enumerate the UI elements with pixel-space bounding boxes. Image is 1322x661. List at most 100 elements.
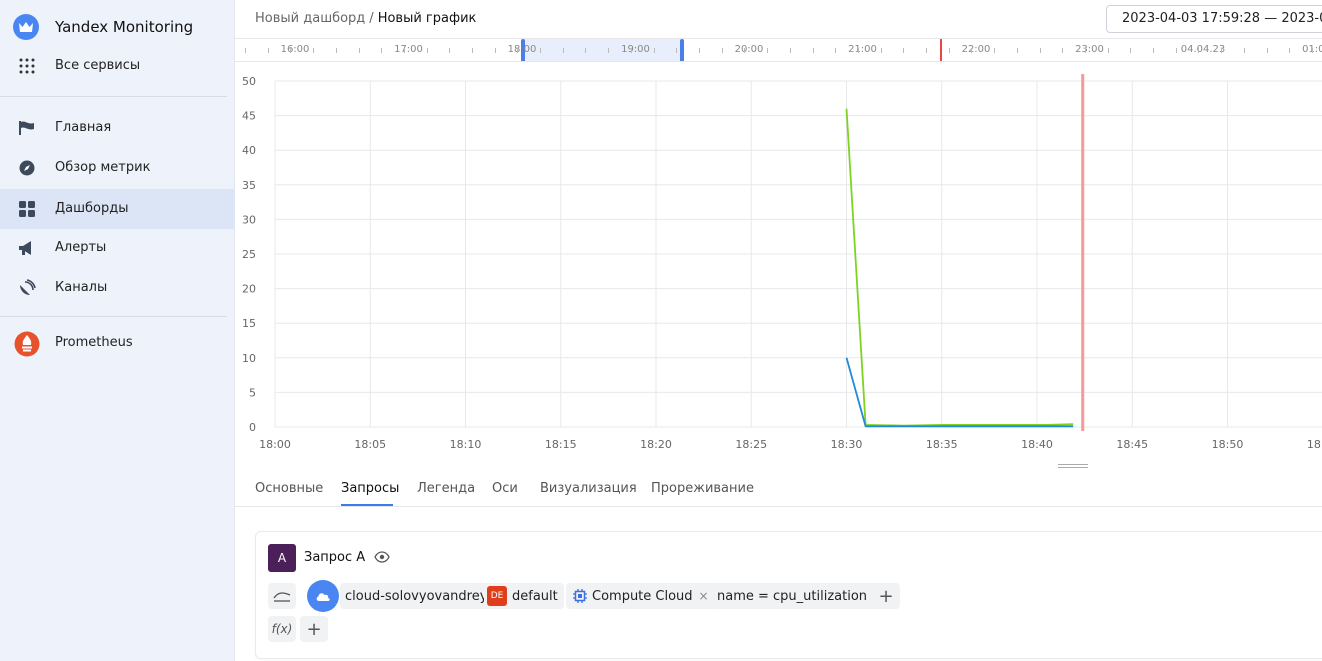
timeline[interactable]: 16:00 17:00 18:00 19:00 20:00 21:00 22:00 23:00… [235, 38, 1322, 62]
sidebar-item-alerts[interactable]: Алерты [0, 228, 235, 268]
y-tick-label: 30 [242, 213, 256, 226]
eye-icon[interactable] [374, 551, 390, 567]
timeline-now-marker [940, 39, 942, 61]
timeline-handle-end[interactable] [680, 39, 684, 61]
x-tick-label: 18:15 [545, 438, 577, 451]
tab-downsampling[interactable]: Прореживание [651, 481, 754, 496]
folder-name: default [512, 588, 558, 604]
sidebar-item-prometheus[interactable]: Prometheus [0, 323, 235, 363]
timeline-tick [744, 48, 745, 53]
timeline-tick [427, 48, 428, 53]
function-button[interactable]: f(x) [268, 616, 296, 642]
breadcrumb-current: Новый график [377, 11, 477, 26]
y-tick-label: 5 [249, 386, 256, 399]
flag-icon [17, 119, 37, 137]
x-tick-label: 18:30 [831, 438, 863, 451]
timeline-tick [654, 48, 655, 53]
timeline-label: 16:00 [280, 44, 310, 55]
sidebar-item-label: Дашборды [55, 201, 129, 216]
timeline-label: 20:00 [734, 44, 764, 55]
megaphone-icon [17, 239, 37, 257]
timeline-tick [926, 48, 927, 53]
x-tick-label: 18:40 [1021, 438, 1053, 451]
timeline-tick [359, 48, 360, 53]
cloud-chip[interactable]: cloud-solovyovandrey [340, 583, 504, 609]
timeline-tick [1221, 48, 1222, 53]
timeline-selection[interactable] [522, 39, 682, 61]
service-name: Compute Cloud [592, 588, 693, 604]
sidebar-item-all-services[interactable]: Все сервисы [0, 46, 235, 86]
sidebar: Yandex Monitoring Все сервисы Главная Об… [0, 0, 235, 661]
x-tick-label: 18:05 [354, 438, 386, 451]
timeline-tick [881, 48, 882, 53]
query-mode-button[interactable] [268, 583, 296, 609]
timeline-tick [631, 48, 632, 53]
tab-queries[interactable]: Запросы [341, 481, 399, 496]
sidebar-item-dashboards[interactable]: Дашборды [0, 189, 235, 229]
sidebar-item-label: Главная [55, 120, 112, 135]
dashboard-icon [17, 200, 37, 218]
timeline-tick [767, 48, 768, 53]
timeline-tick [1040, 48, 1041, 53]
sidebar-item-metrics[interactable]: Обзор метрик [0, 148, 235, 188]
y-tick-label: 0 [249, 421, 256, 434]
timeline-tick [699, 48, 700, 53]
y-tick-label: 25 [242, 248, 256, 261]
sidebar-item-label: Все сервисы [55, 58, 141, 73]
tab-visualization[interactable]: Визуализация [540, 481, 637, 496]
timeline-tick [722, 48, 723, 53]
timeline-tick [903, 48, 904, 53]
timeline-tick [540, 48, 541, 53]
grid-dots-icon [17, 57, 37, 75]
timeline-tick [1244, 48, 1245, 53]
label-filter-text: name = cpu_utilization [717, 588, 868, 604]
timeline-tick [268, 48, 269, 53]
timeline-tick [994, 48, 995, 53]
chart[interactable]: 0 5 10 15 20 25 30 35 40 45 50 18:00 18:05 18:10 18:15… [235, 62, 1322, 466]
tab-axes[interactable]: Оси [492, 481, 518, 496]
timeline-tick [971, 48, 972, 53]
add-function-button[interactable]: + [300, 616, 328, 642]
sidebar-item-channels[interactable]: Каналы [0, 268, 235, 308]
brand[interactable]: Yandex Monitoring [0, 8, 235, 46]
service-chip[interactable]: Compute Cloud × [566, 583, 715, 609]
query-title[interactable]: Запрос A [304, 550, 365, 565]
satellite-icon [17, 279, 37, 297]
label-filter-chip[interactable]: name = cpu_utilization × [710, 583, 890, 609]
timeline-tick [858, 48, 859, 53]
header: Новый дашборд / Новый график 2023-04-03 17… [235, 0, 1322, 38]
add-filter-button[interactable]: + [872, 583, 900, 609]
sidebar-item-label: Обзор метрик [55, 160, 151, 175]
timeline-tick [1289, 48, 1290, 53]
timeline-tick [608, 48, 609, 53]
y-tick-label: 50 [242, 75, 256, 88]
close-icon[interactable]: × [699, 589, 709, 603]
query-panel: A Запрос A cloud-solovyovandrey DE defau… [255, 531, 1322, 659]
time-range-button[interactable]: 2023-04-03 17:59:28 — 2023-04-03 [1106, 5, 1322, 33]
y-tick-label: 35 [242, 179, 256, 192]
y-tick-label: 15 [242, 317, 256, 330]
x-tick-label: 18:10 [450, 438, 482, 451]
timeline-tick [813, 48, 814, 53]
breadcrumb-parent[interactable]: Новый дашборд [255, 11, 365, 26]
sidebar-divider [0, 96, 227, 97]
sidebar-item-label: Prometheus [55, 335, 133, 350]
sidebar-item-home[interactable]: Главная [0, 108, 235, 148]
y-tick-label: 45 [242, 110, 256, 123]
timeline-tick [517, 48, 518, 53]
cloud-icon [307, 580, 339, 612]
chart-canvas[interactable]: 0 5 10 15 20 25 30 35 40 45 50 18:00 18:05 18:10 18:15… [235, 62, 1322, 466]
timeline-label: 17:00 [394, 44, 423, 55]
sidebar-item-label: Каналы [55, 280, 108, 295]
tab-main[interactable]: Основные [255, 481, 323, 496]
timeline-tick [1176, 48, 1177, 53]
timeline-tick [563, 48, 564, 53]
timeline-tick [336, 48, 337, 53]
tab-legend[interactable]: Легенда [417, 481, 475, 496]
y-tick-label: 10 [242, 352, 256, 365]
timeline-label: 19:00 [621, 44, 650, 55]
folder-chip[interactable]: DE default [484, 583, 564, 609]
folder-badge-icon: DE [487, 586, 507, 606]
timeline-tick [1153, 48, 1154, 53]
timeline-tick [1085, 48, 1086, 53]
